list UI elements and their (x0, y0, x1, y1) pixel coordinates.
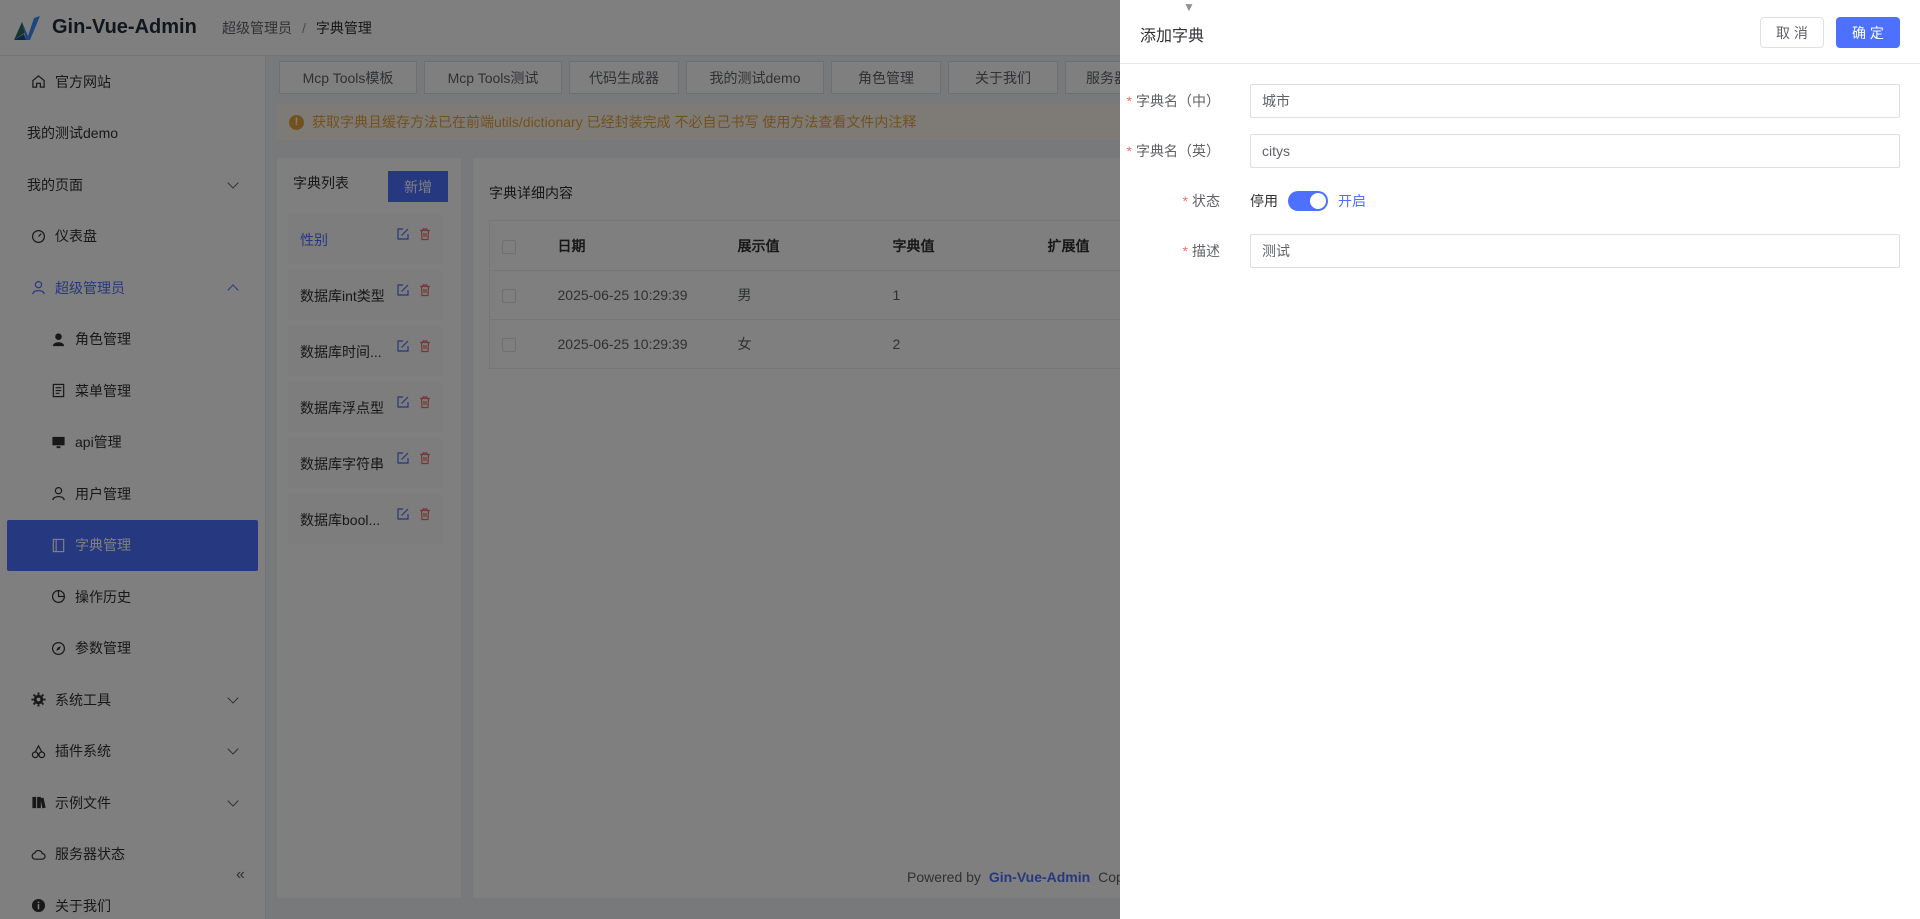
switch-on-label[interactable]: 开启 (1338, 191, 1366, 211)
form-row-name-cn: * 字典名（中） (1120, 84, 1920, 118)
form-label: * 状态 (1182, 193, 1220, 209)
form-label: * 字典名（中） (1126, 93, 1220, 109)
switch-off-label[interactable]: 停用 (1250, 191, 1278, 211)
chevron-down-icon: ▼ (1183, 0, 1195, 14)
form-label: * 字典名（英） (1126, 143, 1220, 159)
drawer-title: 添加字典 (1140, 28, 1205, 45)
form-row-name-en: * 字典名（英） (1120, 134, 1920, 168)
drawer-handle[interactable]: ▼ (1174, 0, 1204, 16)
cancel-button[interactable]: 取 消 (1760, 17, 1824, 48)
status-toggle[interactable] (1288, 191, 1328, 211)
form-row-description: * 描述 (1120, 234, 1920, 268)
description-input[interactable] (1250, 234, 1900, 268)
dictionary-name-en-input[interactable] (1250, 134, 1900, 168)
dictionary-name-cn-input[interactable] (1250, 84, 1900, 118)
form-label: * 描述 (1182, 243, 1220, 259)
toggle-knob (1310, 193, 1326, 209)
confirm-button[interactable]: 确 定 (1836, 17, 1900, 48)
status-switch-group: 停用 开启 (1250, 184, 1366, 218)
form-row-status: * 状态 停用 开启 (1120, 184, 1920, 218)
add-dictionary-drawer: ▼ 添加字典 取 消 确 定 *字典名（中） *字典名（英） *状态 停用 开启… (1120, 0, 1920, 919)
drawer-header: ▼ 添加字典 取 消 确 定 (1120, 0, 1920, 64)
